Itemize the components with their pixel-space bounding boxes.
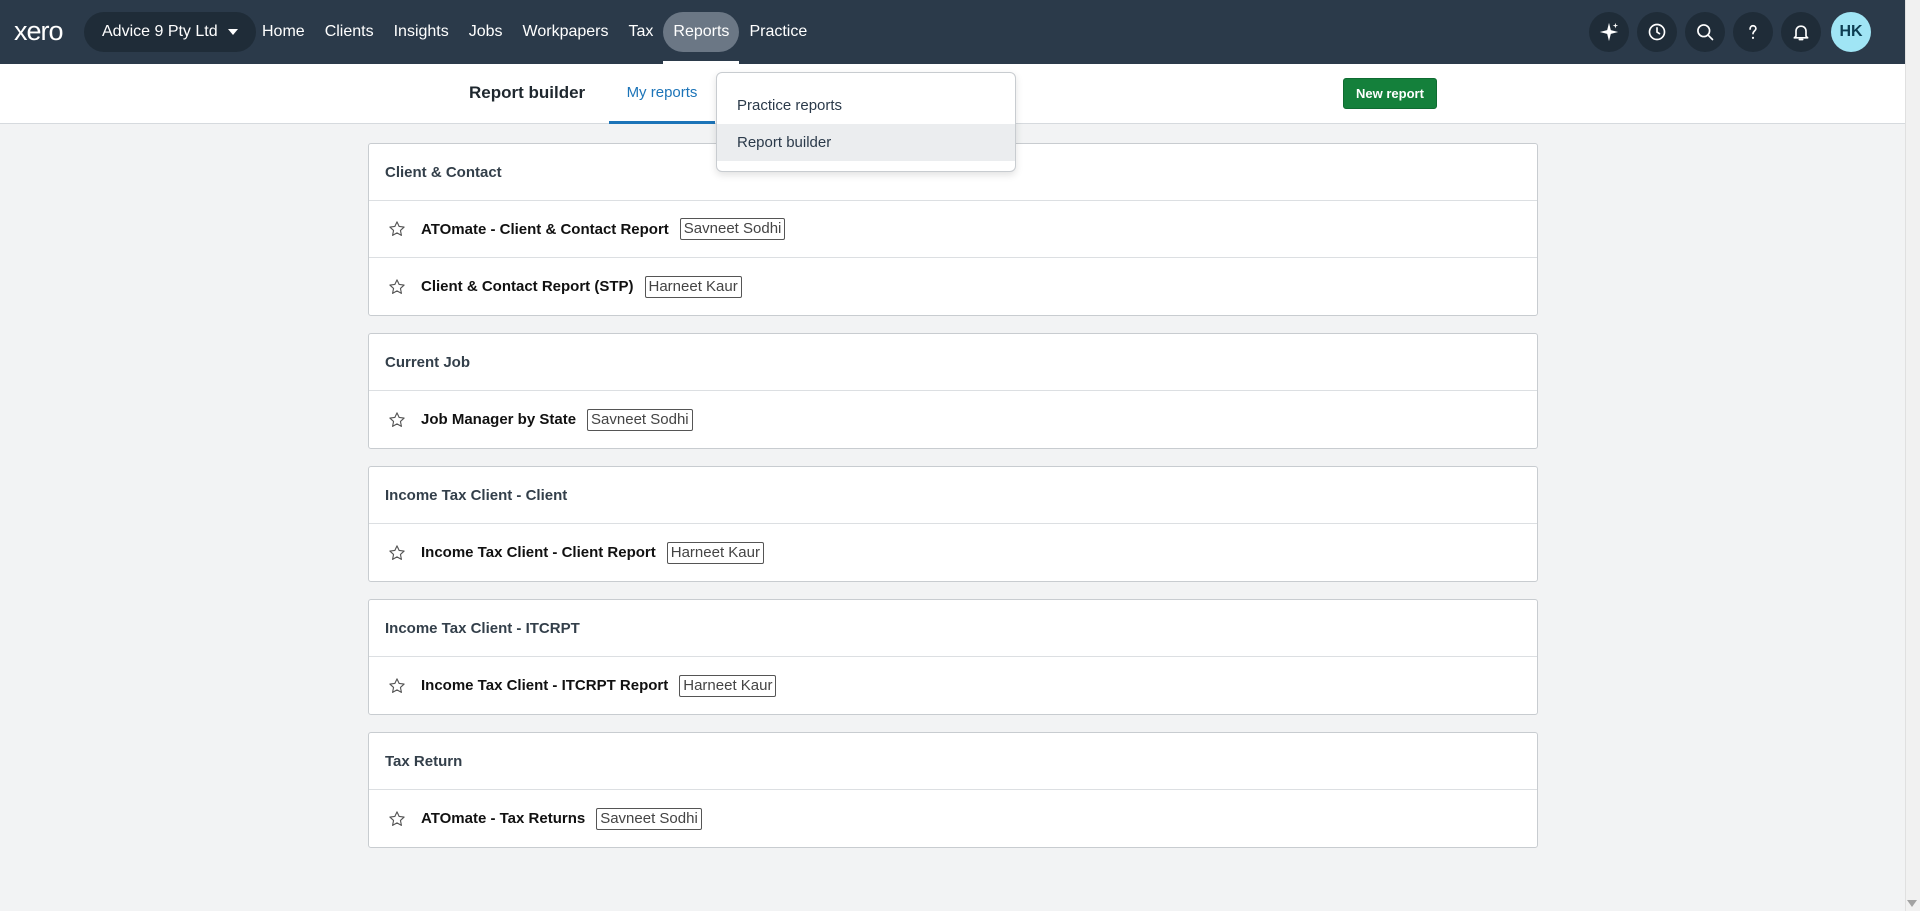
main-nav: Home Clients Insights Jobs Workpapers Ta… <box>252 12 817 64</box>
user-avatar[interactable]: HK <box>1831 12 1871 52</box>
nav-icon-group: HK <box>1589 12 1871 52</box>
top-navigation-bar: xero Advice 9 Pty Ltd Home Clients Insig… <box>0 0 1905 64</box>
nav-home[interactable]: Home <box>252 12 315 52</box>
reports-dropdown-menu: Practice reports Report builder <box>716 72 1016 172</box>
report-owner-badge: Harneet Kaur <box>679 674 777 697</box>
report-row: ATOmate - Client & Contact Report Savnee… <box>369 201 1537 258</box>
favourite-star-icon[interactable] <box>387 543 407 563</box>
report-group-current-job: Current Job Job Manager by State Savneet… <box>368 333 1538 449</box>
report-row: Income Tax Client - Client Report Harnee… <box>369 524 1537 581</box>
report-owner-badge: Savneet Sodhi <box>596 807 702 830</box>
nav-insights[interactable]: Insights <box>384 12 459 52</box>
organisation-switcher[interactable]: Advice 9 Pty Ltd <box>84 12 256 52</box>
report-row: Client & Contact Report (STP) Harneet Ka… <box>369 258 1537 315</box>
organisation-name: Advice 9 Pty Ltd <box>102 23 218 40</box>
report-row: Income Tax Client - ITCRPT Report Harnee… <box>369 657 1537 714</box>
help-icon[interactable] <box>1733 12 1773 52</box>
report-group-income-tax-itcrpt: Income Tax Client - ITCRPT Income Tax Cl… <box>368 599 1538 715</box>
report-name-link[interactable]: Client & Contact Report (STP) <box>421 278 634 295</box>
report-group-tax-return: Tax Return ATOmate - Tax Returns Savneet… <box>368 732 1538 848</box>
report-name-link[interactable]: Income Tax Client - Client Report <box>421 544 656 561</box>
nav-reports[interactable]: Reports <box>663 12 740 64</box>
scroll-down-arrow-icon[interactable] <box>1907 900 1917 907</box>
report-owner-badge: Harneet Kaur <box>666 541 764 564</box>
favourite-star-icon[interactable] <box>387 676 407 696</box>
report-group-title: Income Tax Client - Client <box>369 467 1537 524</box>
vertical-scrollbar[interactable] <box>1905 0 1920 911</box>
report-name-link[interactable]: Income Tax Client - ITCRPT Report <box>421 677 668 694</box>
notifications-bell-icon[interactable] <box>1781 12 1821 52</box>
report-name-link[interactable]: ATOmate - Tax Returns <box>421 810 585 827</box>
recent-history-icon[interactable] <box>1637 12 1677 52</box>
menu-item-report-builder[interactable]: Report builder <box>717 124 1015 161</box>
nav-practice[interactable]: Practice <box>739 12 817 52</box>
report-group-title: Current Job <box>369 334 1537 391</box>
favourite-star-icon[interactable] <box>387 277 407 297</box>
report-group-title: Income Tax Client - ITCRPT <box>369 600 1537 657</box>
nav-workpapers[interactable]: Workpapers <box>513 12 619 52</box>
report-row: ATOmate - Tax Returns Savneet Sodhi <box>369 790 1537 847</box>
xero-logo[interactable]: xero <box>14 18 64 45</box>
caret-down-icon <box>227 29 238 35</box>
ai-sparkle-icon[interactable] <box>1589 12 1629 52</box>
page-title: Report builder <box>469 83 586 102</box>
favourite-star-icon[interactable] <box>387 809 407 829</box>
report-name-link[interactable]: ATOmate - Client & Contact Report <box>421 221 669 238</box>
report-group-income-tax-client: Income Tax Client - Client Income Tax Cl… <box>368 466 1538 582</box>
tab-my-reports[interactable]: My reports <box>609 64 715 124</box>
new-report-button[interactable]: New report <box>1343 78 1437 109</box>
favourite-star-icon[interactable] <box>387 219 407 239</box>
nav-jobs[interactable]: Jobs <box>459 12 513 52</box>
report-owner-badge: Savneet Sodhi <box>679 218 786 240</box>
menu-item-practice-reports[interactable]: Practice reports <box>717 87 1015 124</box>
search-icon[interactable] <box>1685 12 1725 52</box>
report-group-title: Tax Return <box>369 733 1537 790</box>
favourite-star-icon[interactable] <box>387 410 407 430</box>
report-owner-badge: Savneet Sodhi <box>587 408 693 431</box>
report-owner-badge: Harneet Kaur <box>644 275 742 298</box>
report-row: Job Manager by State Savneet Sodhi <box>369 391 1537 448</box>
report-name-link[interactable]: Job Manager by State <box>421 411 576 428</box>
nav-tax[interactable]: Tax <box>619 12 664 52</box>
nav-clients[interactable]: Clients <box>315 12 384 52</box>
